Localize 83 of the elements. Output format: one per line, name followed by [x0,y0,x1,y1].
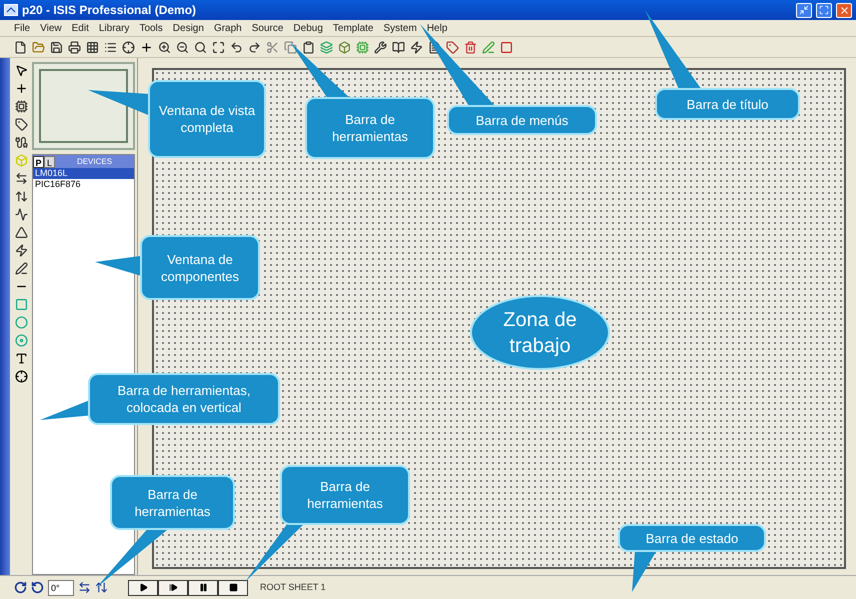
redo-icon[interactable] [248,40,261,54]
pointer-icon[interactable] [14,64,28,77]
device-item[interactable]: LM016L [33,168,134,179]
menu-item[interactable]: File [14,20,30,36]
lightning-icon[interactable] [14,244,28,257]
callout-bubble: Barra de título [655,88,800,120]
plus-icon[interactable] [14,82,28,95]
pause-button[interactable] [188,580,218,596]
panel-tab[interactable]: P [33,156,44,168]
file-icon[interactable] [14,40,27,54]
trash-icon[interactable] [464,40,477,54]
app-icon [4,4,18,16]
menu-item[interactable]: Debug [293,20,323,36]
wrench-icon[interactable] [374,40,387,54]
mirror-horizontal-icon[interactable] [78,581,91,594]
callout-pointer [632,550,657,592]
lightning-icon[interactable] [410,40,423,54]
grid-icon[interactable] [86,40,99,54]
callout-bubble: Barra de herramientas [280,465,410,525]
folder-icon[interactable] [32,40,45,54]
status-text: ROOT SHEET 1 [260,580,326,594]
printer-icon[interactable] [68,40,81,54]
horizontal-arrows-icon[interactable] [14,172,28,185]
zoom-in-icon[interactable] [158,40,171,54]
pen-icon[interactable] [14,262,28,275]
zoom-out-icon[interactable] [176,40,189,54]
close-button[interactable] [836,2,852,18]
panel-title: DEVICES [76,156,114,168]
close-icon [838,4,850,16]
plus-icon[interactable] [140,40,153,54]
menu-item[interactable]: Edit [72,20,89,36]
device-item[interactable]: PIC16F876 [33,179,134,190]
play-icon [138,583,148,592]
minimize-icon [799,5,809,15]
callout-bubble: Ventana de vista completa [148,80,266,158]
callout-bubble: Barra de menús [447,105,597,135]
undo-icon[interactable] [230,40,243,54]
fit-icon[interactable] [212,40,225,54]
list-icon[interactable] [104,40,117,54]
book-icon[interactable] [392,40,405,54]
mirror-vertical-icon[interactable] [95,581,108,594]
tag-icon[interactable] [14,118,28,131]
block-icon[interactable] [338,40,351,54]
text-icon[interactable] [14,352,28,365]
search-icon[interactable] [194,40,207,54]
pause-icon [198,583,208,592]
callout-bubble: Barra de herramientas, colocada en vertical [88,373,280,425]
vertical-arrows-icon[interactable] [14,190,28,203]
menu-item[interactable]: Graph [214,20,242,36]
crosshair-icon[interactable] [14,370,28,383]
step-icon [168,583,178,592]
scissors-icon[interactable] [266,40,279,54]
stop-icon [228,583,238,592]
rotate-clockwise-icon[interactable] [14,581,27,594]
window-title: p20 - ISIS Professional (Demo) [22,2,196,19]
stop-button[interactable] [218,580,248,596]
maximize-icon [819,5,829,15]
menu-item[interactable]: Source [252,20,284,36]
menu-item[interactable]: System [383,20,417,36]
callout-bubble: Barra de herramientas [110,475,235,530]
chip-icon[interactable] [14,100,28,113]
maximize-button[interactable] [816,2,832,18]
square-icon[interactable] [500,40,513,54]
step-button[interactable] [158,580,188,596]
menu-item[interactable]: Help [426,20,448,36]
rotate-counterclockwise-icon[interactable] [31,581,44,594]
floppy-icon[interactable] [50,40,63,54]
triangle-icon[interactable] [14,226,28,239]
tag-icon[interactable] [446,40,459,54]
copy-icon[interactable] [284,40,297,54]
menu-item[interactable]: View [40,20,62,36]
clipboard-icon[interactable] [302,40,315,54]
play-button[interactable] [128,580,158,596]
menu-item[interactable]: Design [172,20,204,36]
menu-item[interactable]: Template [332,20,374,36]
callout-bubble: Ventana de componentes [140,235,260,300]
menu-item[interactable]: Tools [139,20,163,36]
minimize-button[interactable] [796,2,812,18]
rotation-field[interactable]: 0° [48,580,74,596]
panel-tab[interactable]: L [44,156,55,168]
crosshair-icon[interactable] [122,40,135,54]
wave-icon[interactable] [14,208,28,221]
menu-item[interactable]: Library [98,20,130,36]
